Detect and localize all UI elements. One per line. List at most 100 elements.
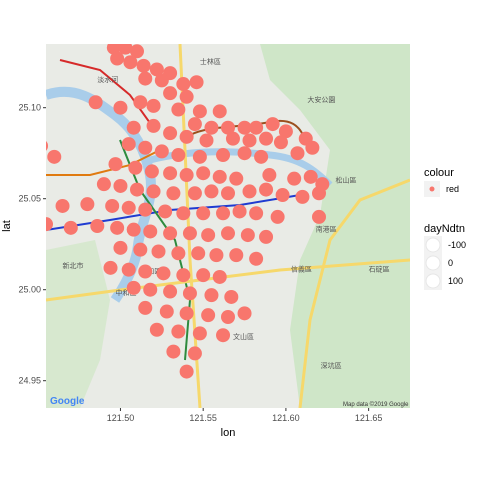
map-label: 文山區 — [233, 332, 254, 341]
map-label: 松山區 — [336, 175, 357, 184]
data-point — [126, 120, 141, 135]
x-tick-label: 121.60 — [272, 413, 300, 423]
data-point — [154, 144, 169, 159]
map-label: 石碇區 — [369, 265, 390, 274]
map-label: 大安公園 — [307, 95, 335, 104]
map-label: 南港區 — [316, 224, 337, 233]
data-point — [156, 266, 171, 281]
data-point — [46, 217, 53, 232]
data-point — [176, 268, 191, 283]
data-point — [249, 120, 264, 135]
data-point — [138, 202, 153, 217]
data-point — [138, 140, 153, 155]
x-axis-ticks: 121.50 121.55 121.60 121.65 — [107, 408, 383, 423]
data-point — [312, 186, 326, 201]
data-point — [192, 104, 207, 119]
data-point — [138, 300, 153, 315]
data-point — [204, 184, 219, 199]
data-point — [225, 131, 240, 146]
data-point — [212, 104, 227, 119]
data-point — [204, 120, 219, 135]
data-point — [143, 224, 158, 239]
data-point — [196, 268, 211, 283]
data-point — [312, 209, 326, 224]
data-point — [171, 102, 186, 117]
map-label: 士林區 — [200, 57, 221, 66]
data-point — [229, 248, 244, 263]
data-point — [126, 280, 141, 295]
x-tick-label: 121.65 — [355, 413, 383, 423]
data-point — [171, 246, 186, 261]
map-label: 淡水河 — [97, 75, 118, 84]
data-point — [237, 306, 252, 321]
data-point — [196, 166, 211, 181]
data-point — [182, 286, 197, 301]
data-point — [90, 219, 105, 233]
scatter-chart: 新北市大安公園松山區南港區信義區石碇區中和區永和區文山區淡水河士林區深坑區 Go… — [1, 44, 466, 439]
data-point — [201, 308, 216, 323]
data-point — [221, 186, 235, 201]
data-point — [221, 226, 235, 241]
data-point — [187, 346, 202, 361]
data-point — [295, 189, 310, 204]
data-point — [63, 220, 78, 235]
data-point — [176, 77, 191, 92]
data-point — [249, 251, 264, 266]
data-point — [216, 206, 231, 221]
y-axis-ticks: 24.95 25.00 25.05 25.10 — [18, 103, 46, 386]
data-point — [192, 326, 207, 341]
data-point — [113, 240, 128, 255]
data-point — [196, 206, 211, 221]
data-point — [110, 220, 125, 235]
data-point — [242, 133, 257, 148]
data-point — [179, 168, 194, 183]
data-point — [144, 164, 159, 179]
data-point — [121, 137, 136, 152]
data-point — [171, 148, 186, 163]
data-point — [212, 269, 227, 284]
data-point — [46, 140, 49, 151]
data-point — [108, 157, 123, 172]
data-point — [216, 328, 231, 343]
data-point — [199, 133, 214, 148]
data-point — [254, 149, 269, 164]
data-point — [303, 169, 318, 184]
data-point — [240, 228, 255, 243]
data-point — [151, 244, 166, 259]
data-point — [138, 264, 153, 279]
data-point — [113, 178, 128, 193]
y-axis-title: lat — [1, 220, 13, 232]
data-point — [47, 149, 62, 164]
data-point — [138, 71, 153, 86]
data-point — [163, 284, 178, 299]
legend-colour-label: red — [446, 184, 459, 194]
data-point — [105, 198, 120, 213]
legend-size-key-3 — [425, 273, 441, 289]
data-point — [179, 89, 194, 104]
data-point — [221, 310, 235, 324]
y-tick-label: 25.10 — [18, 103, 41, 113]
x-axis-title: lon — [221, 427, 236, 439]
data-point — [305, 140, 320, 155]
data-point — [136, 58, 151, 73]
data-point — [182, 226, 197, 241]
data-point — [113, 100, 128, 115]
data-point — [249, 206, 264, 221]
data-point — [176, 206, 191, 221]
data-point — [287, 171, 302, 186]
legend-size-label-1: -100 — [448, 240, 466, 250]
data-point — [163, 86, 178, 101]
data-point — [259, 131, 274, 146]
data-point — [216, 148, 231, 163]
data-point — [121, 200, 136, 215]
map-label: 新北市 — [63, 261, 84, 270]
data-point — [166, 344, 181, 359]
y-tick-label: 25.00 — [18, 285, 41, 295]
data-point — [110, 51, 125, 66]
data-point — [187, 117, 202, 132]
data-point — [159, 304, 174, 319]
data-point — [133, 242, 148, 257]
data-point — [96, 177, 111, 192]
legend: colour red dayNdtn -100 0 100 — [424, 167, 466, 290]
data-point — [273, 135, 288, 150]
